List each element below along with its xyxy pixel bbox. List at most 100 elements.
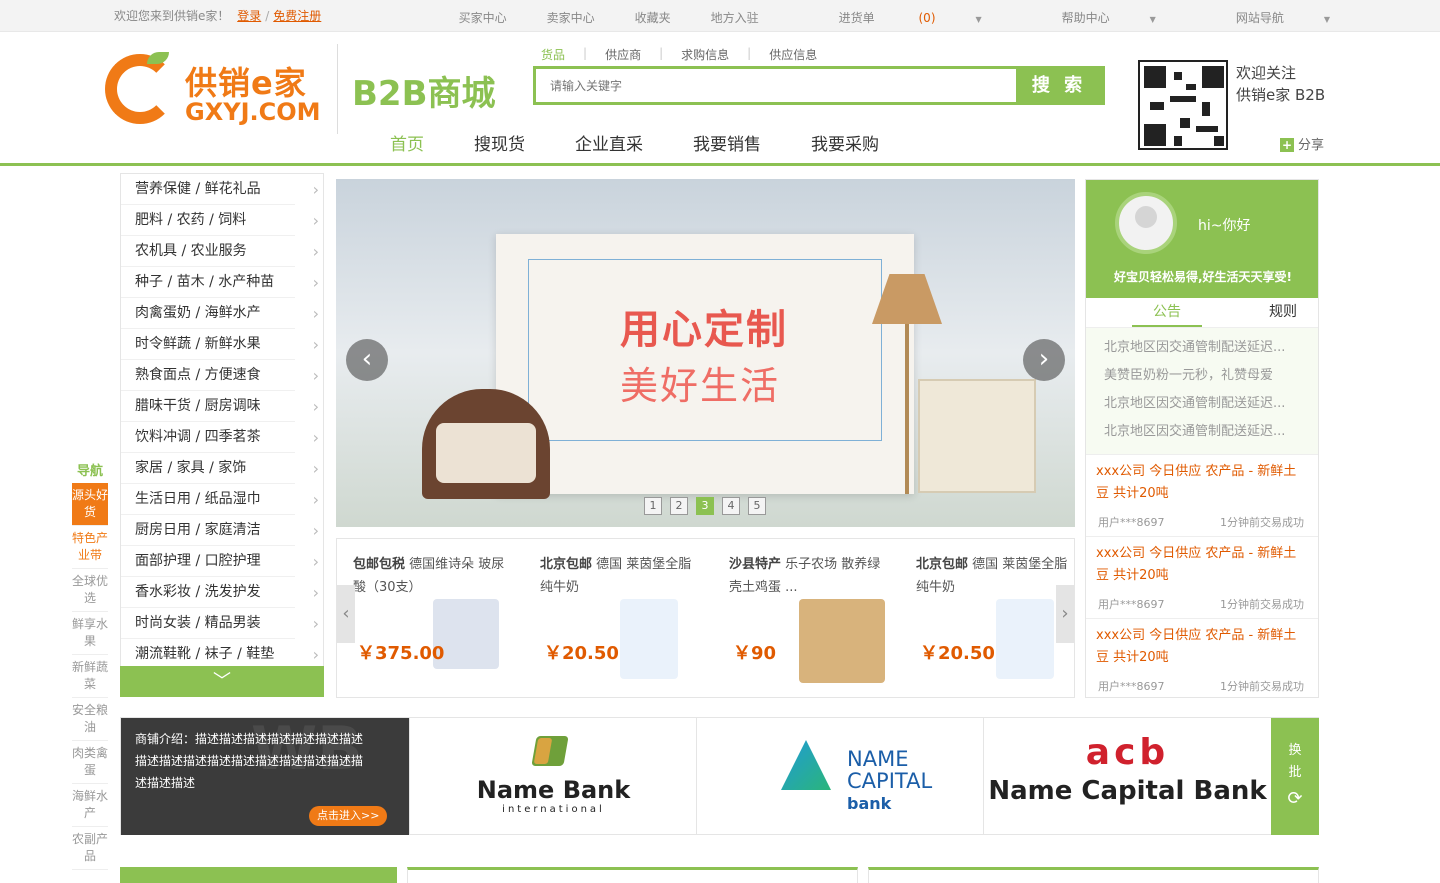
category-item[interactable]: 香水彩妆 / 洗发护发: [121, 577, 319, 608]
shop-intro-text: 商铺介绍：描述描述描述描述描述描述描述描述描述描述描述描述描述描述描述描述描述描…: [135, 732, 364, 790]
category-item[interactable]: 面部护理 / 口腔护理: [121, 546, 319, 577]
category-item[interactable]: 熟食面点 / 方便速食: [121, 360, 319, 391]
category-item[interactable]: 农机具 / 农业服务: [121, 236, 319, 267]
seller-center-link[interactable]: 卖家中心: [547, 9, 595, 26]
deal-user: 用户***8697: [1098, 598, 1165, 611]
tab-rules[interactable]: 规则: [1248, 298, 1318, 327]
category-item[interactable]: 时尚女装 / 精品男装: [121, 608, 319, 639]
product-price: ￥375.00: [357, 643, 445, 664]
category-item[interactable]: 营养保健 / 鲜花礼品: [121, 174, 319, 205]
buyer-center-link[interactable]: 买家中心: [459, 9, 507, 26]
floating-nav-item[interactable]: 海鲜水产: [72, 784, 108, 827]
search-tab-supply[interactable]: 供应信息: [769, 46, 817, 63]
logo-text-en: GXYJ.COM: [185, 98, 321, 126]
nav-sell[interactable]: 我要销售: [693, 130, 761, 155]
site-logo[interactable]: 供销e家 GXYJ.COM: [105, 52, 335, 134]
deal-item[interactable]: xxx公司 今日供应 农产品 - 新鲜土豆 共计20吨 用户***8697 1分…: [1086, 454, 1318, 536]
search-button[interactable]: 搜 索: [1016, 69, 1102, 102]
category-item[interactable]: 腊味干货 / 厨房调味: [121, 391, 319, 422]
search-tab-supplier[interactable]: 供应商: [605, 46, 641, 63]
product-card[interactable]: 沙县特产 乐子农场 散养绿壳土鸡蛋 ... ￥90: [713, 539, 899, 697]
search-tab-goods[interactable]: 货品: [541, 46, 565, 63]
brand-card[interactable]: Name Bank international: [409, 718, 696, 835]
cart-link[interactable]: 进货单 (0) ▼: [799, 9, 982, 26]
category-item[interactable]: 厨房日用 / 家庭清洁: [121, 515, 319, 546]
local-join-link[interactable]: 地方入驻: [711, 9, 759, 26]
expand-categories-button[interactable]: ﹀: [120, 666, 324, 697]
help-center-link[interactable]: 帮助中心 ▼: [1022, 9, 1156, 26]
banner-prev-button[interactable]: ‹: [346, 339, 388, 381]
favorites-link[interactable]: 收藏夹: [635, 9, 671, 26]
chevron-down-icon: ▼: [1323, 15, 1330, 24]
product-name: 包邮包税 德国维诗朵 玻尿酸（30支）: [353, 553, 513, 599]
notice-item[interactable]: 北京地区因交通管制配送延迟...: [1104, 418, 1300, 446]
category-item[interactable]: 肥料 / 农药 / 饲料: [121, 205, 319, 236]
product-card[interactable]: 北京包邮 德国 莱茵堡全脂纯牛奶 ￥20.50: [524, 539, 710, 697]
brand-name: Name Bank: [476, 776, 631, 804]
product-image: [996, 599, 1054, 679]
category-item[interactable]: 生活日用 / 纸品湿巾: [121, 484, 319, 515]
category-item[interactable]: 饮料冲调 / 四季茗茶: [121, 422, 319, 453]
floating-nav-item[interactable]: 鲜享水果: [72, 612, 108, 655]
brand-card[interactable]: acb Name Capital Bank: [983, 718, 1270, 835]
avatar[interactable]: [1115, 192, 1177, 254]
floating-nav-item[interactable]: 新鲜蔬菜: [72, 655, 108, 698]
brand-card[interactable]: NAME CAPITAL bank: [696, 718, 983, 835]
chevron-right-icon: ›: [1038, 344, 1050, 374]
notice-item[interactable]: 美赞臣奶粉一元秒，礼赞母爱: [1104, 362, 1300, 390]
notice-item[interactable]: 北京地区因交通管制配送延迟...: [1104, 334, 1300, 362]
floating-nav-item[interactable]: 源头好货: [72, 483, 108, 526]
top-links: 买家中心 卖家中心 收藏夹 地方入驻 进货单 (0) ▼ 帮助中心 ▼ 网站导航 ▼: [419, 9, 1330, 26]
banner-dot[interactable]: 2: [670, 497, 688, 515]
products-prev-button[interactable]: ‹: [337, 585, 355, 643]
floating-nav-item[interactable]: 农副产品: [72, 827, 108, 870]
header: 供销e家 GXYJ.COM B2B商城 货品 | 供应商 | 求购信息 | 供应信息 …: [0, 32, 1440, 166]
product-tag: 沙县特产: [729, 557, 782, 572]
floating-nav-item[interactable]: 全球优选: [72, 569, 108, 612]
floating-nav-item[interactable]: 安全粮油: [72, 698, 108, 741]
user-panel: hi~你好 好宝贝轻松易得,好生活天天享受! 公告 规则 北京地区因交通管制配送…: [1085, 179, 1319, 698]
qr-line1: 欢迎关注: [1236, 64, 1297, 82]
nav-home[interactable]: 首页: [390, 130, 424, 155]
products-next-button[interactable]: ›: [1056, 585, 1074, 643]
tab-notice[interactable]: 公告: [1132, 298, 1202, 327]
login-link[interactable]: 登录: [237, 9, 261, 23]
product-image: [799, 599, 885, 683]
main-nav: 首页 搜现货 企业直采 我要销售 我要采购: [390, 130, 929, 155]
separator: |: [583, 46, 588, 60]
banner-dot[interactable]: 5: [748, 497, 766, 515]
category-item[interactable]: 家居 / 家具 / 家饰: [121, 453, 319, 484]
banner-dot-active[interactable]: 3: [696, 497, 714, 515]
nav-spot[interactable]: 搜现货: [474, 130, 525, 155]
product-card[interactable]: 包邮包税 德国维诗朵 玻尿酸（30支） ￥375.00: [337, 539, 523, 697]
deal-item[interactable]: xxx公司 今日供应 农产品 - 新鲜土豆 共计20吨 用户***8697 1分…: [1086, 618, 1318, 700]
site-nav-link[interactable]: 网站导航 ▼: [1196, 9, 1330, 26]
capital-bank-logo-icon: [781, 740, 831, 790]
nav-direct[interactable]: 企业直采: [575, 130, 643, 155]
hero-banner[interactable]: 用心定制 美好生活 ‹ › 1 2 3 4 5: [336, 179, 1075, 527]
register-link[interactable]: 免费注册: [273, 9, 321, 23]
share-button[interactable]: + 分享: [1280, 134, 1324, 153]
swap-batch-button[interactable]: 换批 ⟳: [1271, 718, 1319, 835]
bed-image: [422, 389, 550, 499]
floating-nav-item[interactable]: 肉类禽蛋: [72, 741, 108, 784]
banner-pagination: 1 2 3 4 5: [644, 497, 774, 515]
product-price: ￥90: [733, 643, 777, 664]
divider: [337, 44, 338, 134]
category-item[interactable]: 肉禽蛋奶 / 海鲜水产: [121, 298, 319, 329]
notice-item[interactable]: 北京地区因交通管制配送延迟...: [1104, 390, 1300, 418]
banner-dot[interactable]: 4: [722, 497, 740, 515]
deal-item[interactable]: xxx公司 今日供应 农产品 - 新鲜土豆 共计20吨 用户***8697 1分…: [1086, 536, 1318, 618]
banner-next-button[interactable]: ›: [1023, 339, 1065, 381]
floating-nav-item[interactable]: 特色产业带: [72, 526, 108, 569]
search-input[interactable]: [550, 78, 990, 94]
shop-intro: WB 商铺介绍：描述描述描述描述描述描述描述描述描述描述描述描述描述描述描述描述…: [121, 718, 409, 835]
nav-buy[interactable]: 我要采购: [811, 130, 879, 155]
enter-shop-button[interactable]: 点击进入>>: [309, 806, 388, 826]
category-item[interactable]: 时令鲜蔬 / 新鲜水果: [121, 329, 319, 360]
brand-subtitle: international: [502, 804, 605, 815]
search-tab-purchase[interactable]: 求购信息: [681, 46, 729, 63]
notice-list: 北京地区因交通管制配送延迟... 美赞臣奶粉一元秒，礼赞母爱 北京地区因交通管制…: [1086, 328, 1318, 454]
banner-dot[interactable]: 1: [644, 497, 662, 515]
category-item[interactable]: 种子 / 苗木 / 水产种苗: [121, 267, 319, 298]
